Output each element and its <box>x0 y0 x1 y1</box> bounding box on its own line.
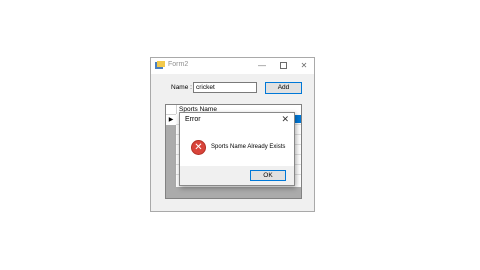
error-dialog: Error ✕ ✕ Sports Name Already Exists OK <box>179 112 295 186</box>
dialog-close-button[interactable]: ✕ <box>281 114 289 125</box>
minimize-button[interactable]: — <box>251 58 273 74</box>
maximize-button[interactable] <box>272 58 294 74</box>
maximize-icon <box>279 62 287 70</box>
name-input[interactable]: cricket <box>193 82 257 93</box>
window-title: Form2 <box>168 61 189 68</box>
dialog-title: Error <box>185 116 201 123</box>
app-icon <box>155 61 165 69</box>
title-bar[interactable]: Form2 — ✕ <box>151 58 314 74</box>
close-button[interactable]: ✕ <box>293 58 315 74</box>
add-button[interactable]: Add <box>265 82 302 94</box>
error-message: Sports Name Already Exists <box>211 144 286 150</box>
dialog-footer: OK <box>180 166 294 185</box>
error-icon: ✕ <box>191 140 206 155</box>
ok-button[interactable]: OK <box>250 170 286 181</box>
name-label: Name : <box>171 84 192 91</box>
current-row-indicator[interactable]: ▶ <box>166 114 176 125</box>
